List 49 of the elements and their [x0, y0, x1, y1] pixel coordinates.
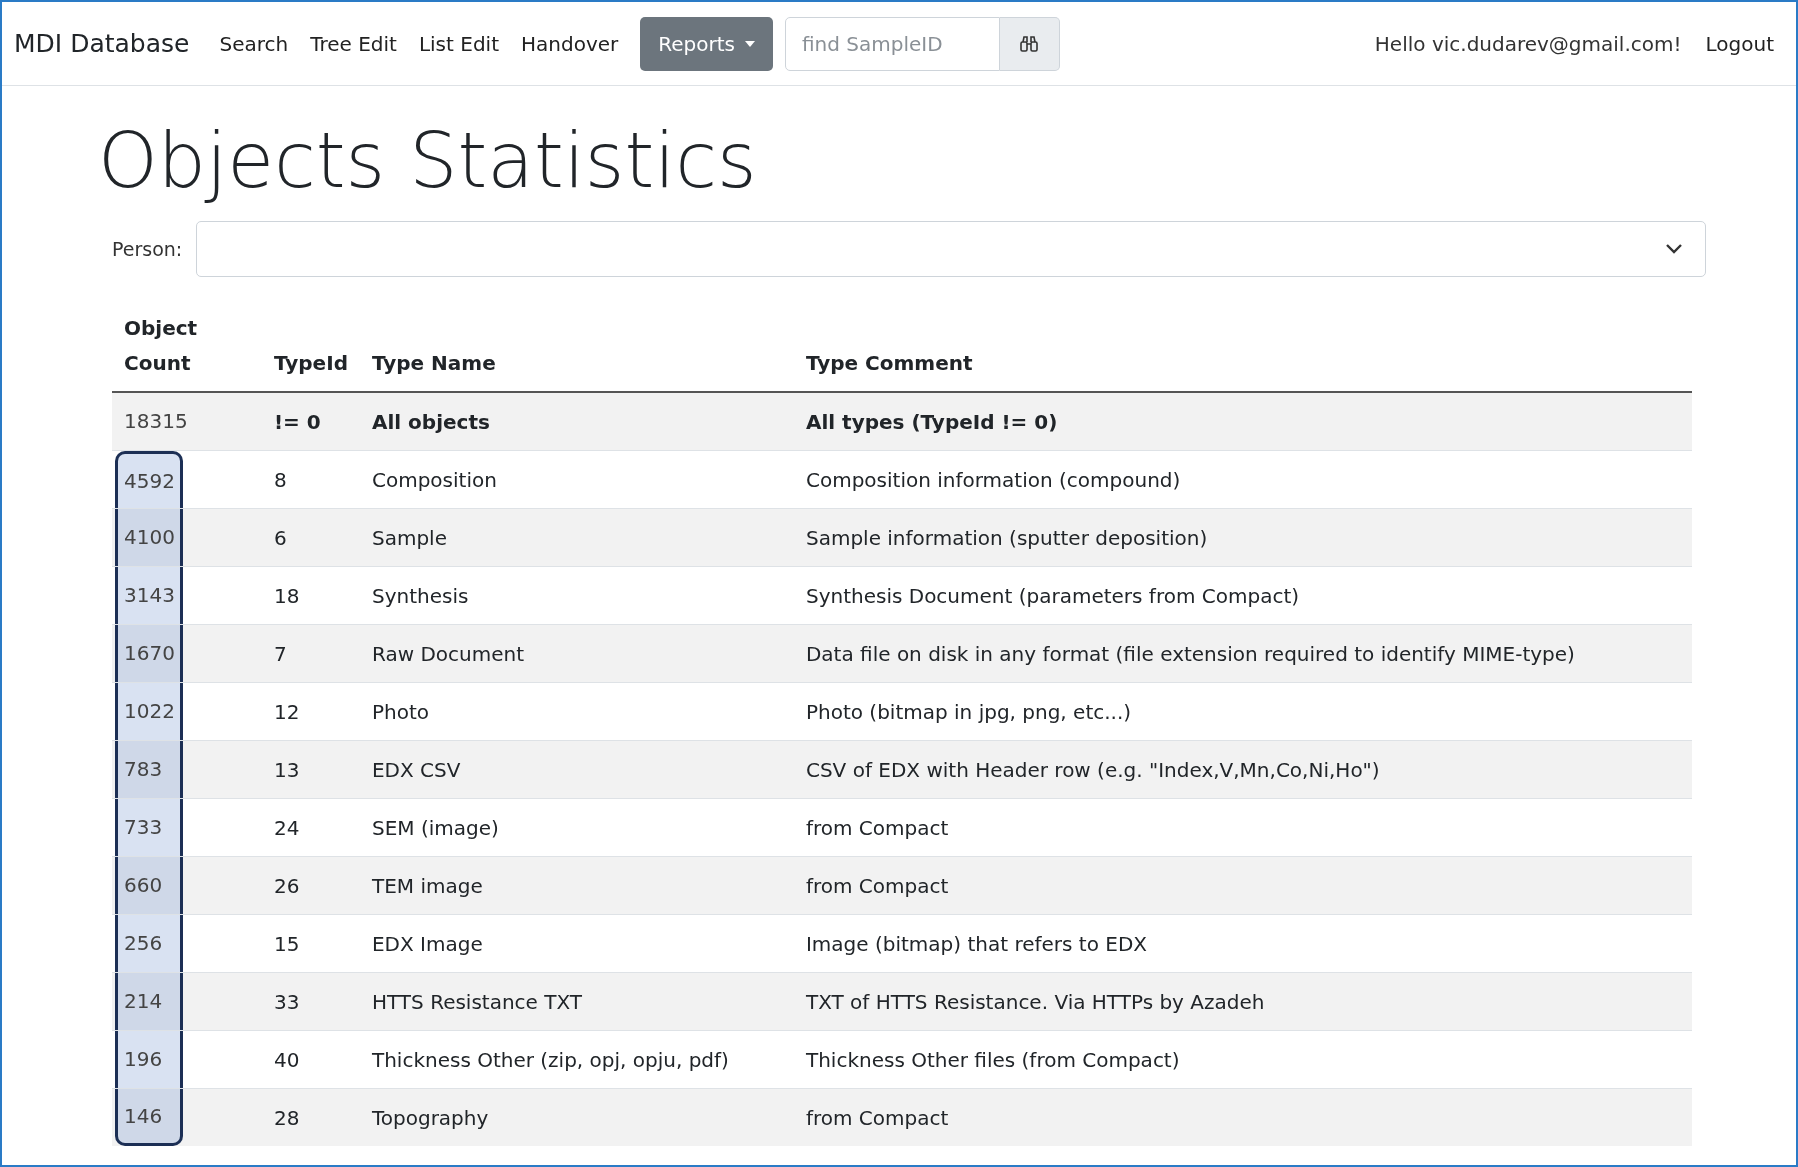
- user-greeting: Hello vic.dudarev@gmail.com!: [1374, 31, 1682, 56]
- nav-link[interactable]: List Edit: [418, 31, 499, 56]
- table-cell: 28: [262, 1088, 360, 1146]
- count-cell: 1022: [115, 683, 183, 740]
- table-cell: EDX CSV: [359, 740, 794, 799]
- count-cell: 256: [115, 915, 183, 972]
- table-cell: 26: [262, 856, 360, 915]
- count-cell: 4100: [115, 509, 183, 566]
- table-cell: TEM image: [359, 856, 794, 915]
- person-label: Person:: [112, 238, 183, 260]
- count-cell: 146: [115, 1089, 183, 1146]
- table-cell: from Compact: [793, 856, 1692, 915]
- table-cell: Raw Document: [359, 624, 794, 683]
- table-cell: 13: [262, 740, 360, 799]
- table-cell: All objects: [359, 392, 794, 451]
- search-field[interactable]: find SampleID: [784, 16, 1000, 71]
- nav-link[interactable]: Search: [219, 31, 289, 56]
- table-cell: TXT of HTTS Resistance. Via HTTPs by Azadeh: [793, 972, 1692, 1031]
- count-cell: 214: [115, 973, 183, 1030]
- table-cell: CSV of EDX with Header row (e.g. "Index,V,Mn,Co,Ni,Ho"): [793, 740, 1692, 799]
- page-title: Objects Statistics: [98, 116, 758, 205]
- count-cell: 733: [115, 799, 183, 856]
- count-cell: 1670: [115, 625, 183, 682]
- table-cell: 7: [262, 624, 360, 683]
- search-button[interactable]: [999, 16, 1060, 71]
- count-cell-text: 18315: [123, 408, 184, 435]
- binoculars-icon: [1019, 33, 1040, 54]
- table-cell: from Compact: [793, 1088, 1692, 1146]
- table-cell: Sample information (sputter deposition): [793, 508, 1692, 567]
- nav-link[interactable]: Handover: [521, 31, 619, 56]
- count-cell: 783: [115, 741, 183, 798]
- chevron-down-icon: [1665, 243, 1683, 255]
- table-cell: 33: [262, 972, 360, 1031]
- table-cell: 6: [262, 508, 360, 567]
- count-cell: 4592: [115, 451, 183, 508]
- count-cell: 660: [115, 857, 183, 914]
- table-cell: HTTS Resistance TXT: [359, 972, 794, 1031]
- count-cell: 196: [115, 1031, 183, 1088]
- table-cell: Sample: [359, 508, 794, 567]
- count-cell: 3143: [115, 567, 183, 624]
- brand-link[interactable]: MDI Database: [14, 29, 190, 58]
- table-cell: Topography: [359, 1088, 794, 1146]
- caret-icon: [744, 40, 755, 47]
- reports-dropdown-button[interactable]: Reports: [640, 16, 773, 71]
- logout-link[interactable]: Logout: [1705, 31, 1774, 56]
- table-cell: != 0: [262, 392, 360, 451]
- table-cell: Data file on disk in any format (file extension required to identify MIME-type): [793, 624, 1692, 683]
- table-cell: All types (TypeId != 0): [793, 392, 1692, 451]
- nav-link[interactable]: Tree Edit: [310, 31, 397, 56]
